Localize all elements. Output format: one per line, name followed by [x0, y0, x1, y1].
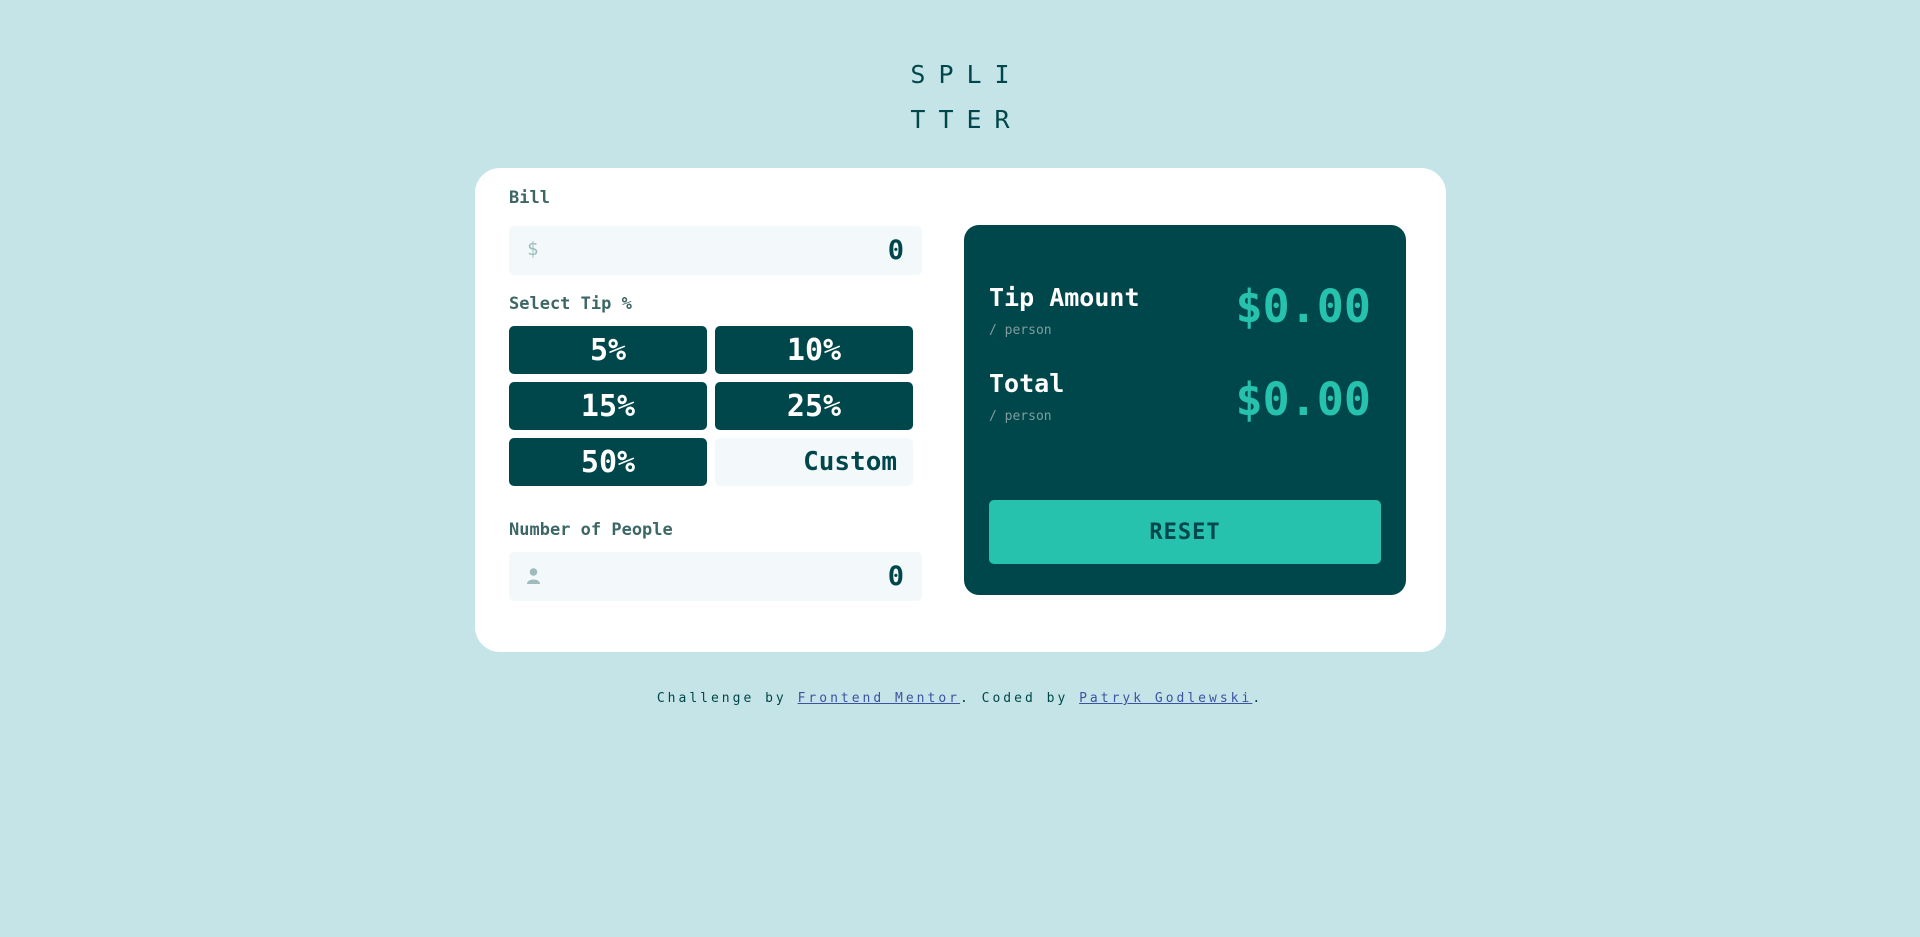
footer-suffix: . [1252, 691, 1264, 706]
people-label: Number of People [509, 520, 673, 540]
bill-label: Bill [509, 188, 550, 208]
results-panel: Tip Amount / person $0.00 Total / person… [964, 225, 1406, 595]
tip-25-button[interactable]: 25% [715, 382, 913, 430]
custom-tip-input[interactable]: Custom [715, 438, 913, 486]
calculator-card: Bill $ 0 Select Tip % 5% 10% 15% 25% 50%… [475, 168, 1446, 652]
footer-prefix: Challenge by [656, 691, 798, 706]
total-sub: / person [989, 409, 1052, 424]
dollar-icon: $ [527, 238, 539, 260]
tip-amount-sub: / person [989, 323, 1052, 338]
footer-attribution: Challenge by Frontend Mentor. Coded by P… [0, 691, 1920, 706]
tip-15-button[interactable]: 15% [509, 382, 707, 430]
tip-50-button[interactable]: 50% [509, 438, 707, 486]
reset-button[interactable]: RESET [989, 500, 1381, 564]
tip-10-button[interactable]: 10% [715, 326, 913, 374]
tip-5-button[interactable]: 5% [509, 326, 707, 374]
author-link[interactable]: Patryk Godlewski [1079, 691, 1252, 706]
app-logo: SPLI TTER [0, 52, 1920, 142]
bill-input-value[interactable]: 0 [888, 235, 904, 266]
people-input[interactable]: 0 [509, 552, 922, 601]
frontend-mentor-link[interactable]: Frontend Mentor [798, 691, 960, 706]
tip-amount-value: $0.00 [1235, 280, 1371, 333]
person-icon [527, 567, 540, 589]
bill-input[interactable]: $ 0 [509, 226, 922, 275]
footer-middle: . Coded by [960, 691, 1080, 706]
total-title: Total [989, 369, 1065, 398]
tip-amount-title: Tip Amount [989, 283, 1140, 312]
logo-line-2: TTER [910, 105, 1023, 134]
select-tip-label: Select Tip % [509, 294, 632, 314]
total-value: $0.00 [1235, 373, 1371, 426]
logo-line-1: SPLI [910, 60, 1023, 89]
people-input-value[interactable]: 0 [888, 561, 904, 592]
